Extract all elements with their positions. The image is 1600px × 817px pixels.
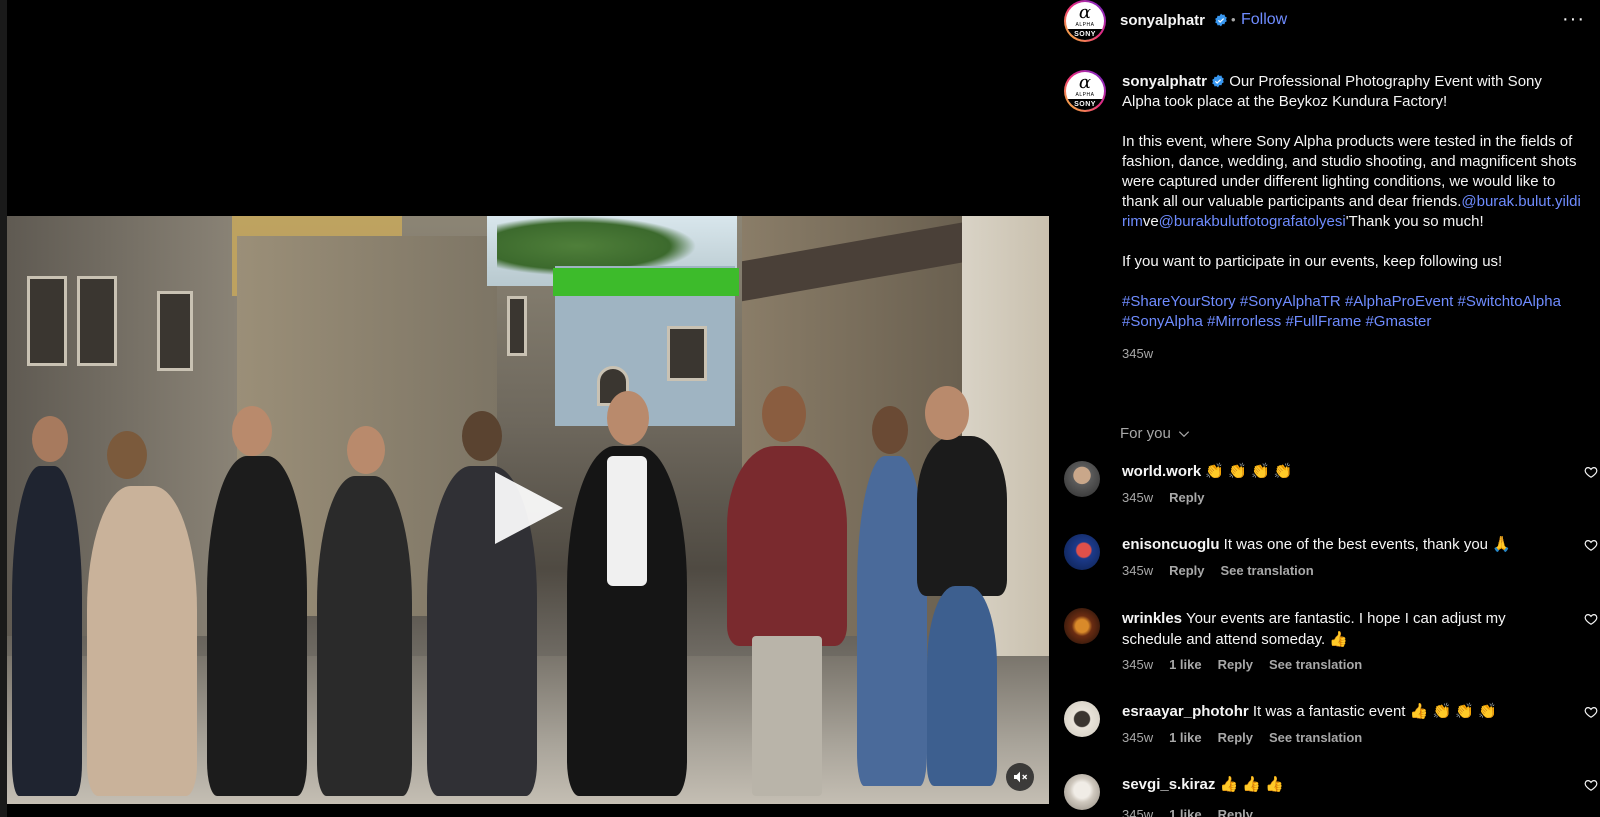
more-options-icon[interactable]: ··· [1562,8,1585,31]
hashtag-link[interactable]: #AlphaProEvent [1345,293,1453,310]
comment-time[interactable]: 345w [1122,730,1153,745]
left-edge [0,0,7,817]
caption-avatar[interactable]: α ALPHA SONY [1064,70,1106,112]
heart-icon[interactable] [1584,465,1598,479]
comment-text: world.work 👏 👏 👏 👏 [1122,463,1293,480]
comment-username[interactable]: sevgi_s.kiraz [1122,776,1215,793]
hashtag-link[interactable]: #SonyAlphaTR [1240,293,1341,310]
comment-time[interactable]: 345w [1122,657,1153,672]
comment-username[interactable]: enisoncuoglu [1122,536,1220,553]
comment-time[interactable]: 345w [1122,563,1153,578]
heart-icon[interactable] [1584,612,1598,626]
see-translation-button[interactable]: See translation [1269,730,1362,745]
caption-text: sonyalphatr Our Professional Photography… [1122,72,1582,364]
dot-separator: • [1231,12,1236,27]
comment-text: wrinkles Your events are fantastic. I ho… [1122,610,1506,648]
header-username[interactable]: sonyalphatr [1120,12,1205,29]
post-header: α ALPHA SONY sonyalphatr • Follow ··· [1049,0,1600,42]
heart-icon[interactable] [1584,705,1598,719]
hashtag-link[interactable]: #Mirrorless [1207,313,1281,330]
caption-paragraph3: If you want to participate in our events… [1122,253,1503,270]
comment-username[interactable]: world.work [1122,463,1201,480]
hashtag-link[interactable]: #FullFrame [1285,313,1361,330]
verified-badge-icon [1215,13,1227,27]
comment-text: sevgi_s.kiraz 👍 👍 👍 [1122,776,1284,793]
reply-button[interactable]: Reply [1169,490,1204,505]
see-translation-button[interactable]: See translation [1220,563,1313,578]
commenter-avatar[interactable] [1064,534,1100,570]
commenter-avatar[interactable] [1064,774,1100,810]
comment-username[interactable]: esraayar_photohr [1122,703,1249,720]
caption-thanks: 'Thank you so much! [1345,213,1484,230]
post-timestamp[interactable]: 345w [1122,344,1582,364]
follow-button[interactable]: Follow [1241,11,1287,29]
reply-button[interactable]: Reply [1218,730,1253,745]
commenter-avatar[interactable] [1064,461,1100,497]
commenter-avatar[interactable] [1064,608,1100,644]
verified-badge-icon [1212,74,1224,88]
comment-text: enisoncuoglu It was one of the best even… [1122,536,1511,553]
media-area[interactable] [7,0,1049,817]
comment-sort-dropdown[interactable]: For you [1120,425,1191,442]
hashtag-link[interactable]: #ShareYourStory [1122,293,1236,310]
likes-count[interactable]: 1 like [1169,657,1202,672]
reply-button[interactable]: Reply [1218,657,1253,672]
reply-button[interactable]: Reply [1169,563,1204,578]
mute-button[interactable] [1006,763,1034,791]
commenter-avatar[interactable] [1064,701,1100,737]
comment-meta: 345w Reply [1122,490,1204,505]
hashtag-link[interactable]: #Gmaster [1365,313,1431,330]
hashtag-link[interactable]: #SonyAlpha [1122,313,1203,330]
comment-meta: 345w 1 like Reply [1122,807,1253,817]
alpha-logo: α [1078,2,1092,23]
comment-username[interactable]: wrinkles [1122,610,1182,627]
caption-username[interactable]: sonyalphatr [1122,73,1207,90]
for-you-label: For you [1120,425,1171,442]
see-translation-button[interactable]: See translation [1269,657,1362,672]
profile-avatar[interactable]: α ALPHA SONY [1064,0,1106,42]
hashtag-link[interactable]: #SwitchtoAlpha [1458,293,1561,310]
comment-time[interactable]: 345w [1122,490,1153,505]
heart-icon[interactable] [1584,538,1598,552]
comment-meta: 345w 1 like Reply See translation [1122,730,1362,745]
heart-icon[interactable] [1584,778,1598,792]
reply-button[interactable]: Reply [1218,807,1253,817]
post-sidebar: α ALPHA SONY sonyalphatr • Follow ··· α … [1049,0,1600,817]
crowd-figures [7,386,1049,796]
comment-text: esraayar_photohr It was a fantastic even… [1122,703,1497,720]
likes-count[interactable]: 1 like [1169,730,1202,745]
chevron-down-icon [1178,430,1189,437]
comment-meta: 345w Reply See translation [1122,563,1314,578]
likes-count[interactable]: 1 like [1169,807,1202,817]
mention-link-2[interactable]: @burakbulutfotografatolyesi [1159,213,1346,230]
play-icon[interactable] [495,472,563,544]
comment-time[interactable]: 345w [1122,807,1153,817]
mute-icon [1014,771,1028,783]
comment-meta: 345w 1 like Reply See translation [1122,657,1362,672]
